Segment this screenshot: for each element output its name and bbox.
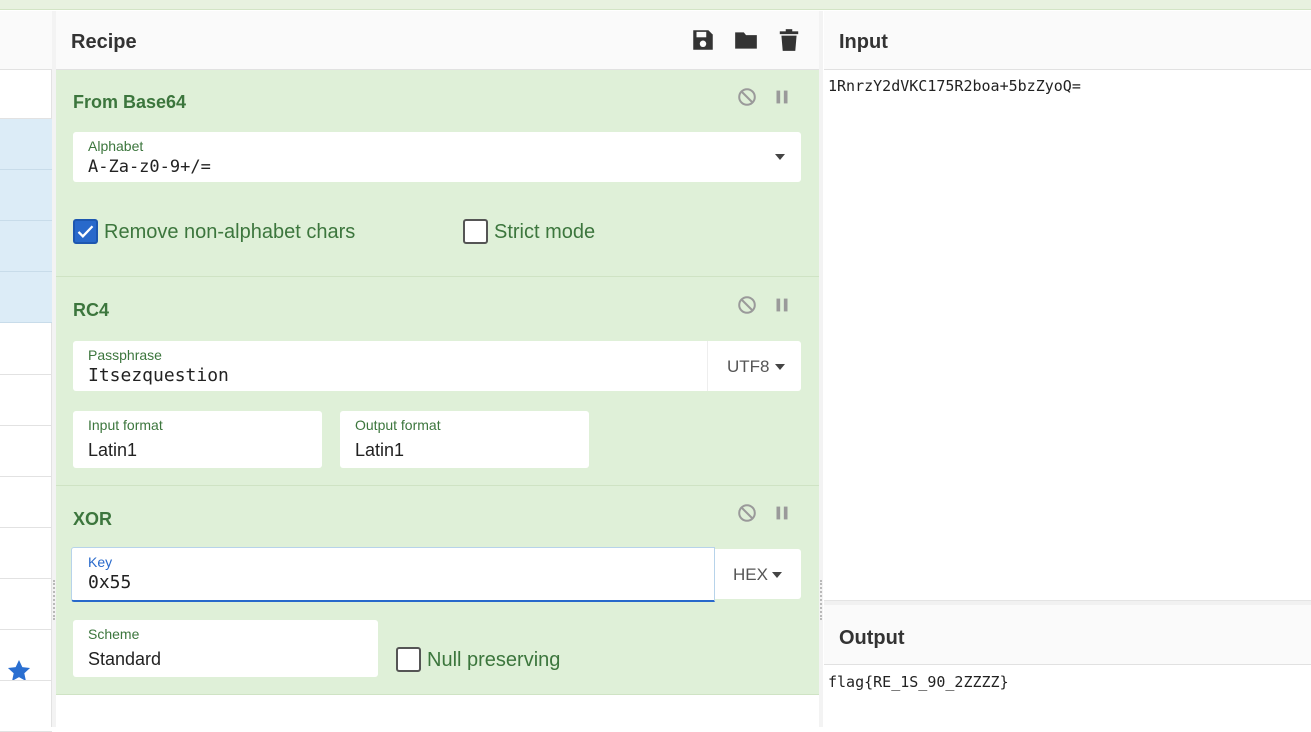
resize-grip[interactable]	[53, 580, 55, 620]
alphabet-select[interactable]: Alphabet A-Za-z0-9+/=	[73, 132, 801, 182]
remove-non-alphabet-checkbox[interactable]	[73, 219, 98, 244]
recipe-panel: Recipe From Base64 Alphabet A-Za-z0-9+/=	[56, 11, 819, 727]
strict-mode-checkbox[interactable]	[463, 219, 488, 244]
top-bar	[0, 0, 1311, 10]
key-label: Key	[88, 554, 113, 570]
key-encoding-dropdown[interactable]: HEX	[715, 549, 801, 599]
input-header: Input	[824, 11, 1311, 70]
output-format-select[interactable]: Output format Latin1	[340, 411, 589, 468]
chevron-down-icon	[775, 154, 785, 160]
favourites-category[interactable]	[0, 323, 52, 681]
scheme-label: Scheme	[88, 626, 140, 642]
passphrase-value: Itsezquestion	[88, 365, 229, 386]
output-panel: Output flag{RE_1S_90_2ZZZZ}	[824, 605, 1311, 727]
operation-title: From Base64	[73, 92, 187, 112]
chevron-down-icon	[775, 364, 785, 370]
output-format-value: Latin1	[355, 440, 405, 460]
list-item[interactable]	[0, 119, 52, 170]
pause-icon[interactable]	[771, 294, 793, 316]
key-input[interactable]: Key 0x55	[71, 547, 715, 602]
alphabet-value: A-Za-z0-9+/=	[88, 157, 211, 177]
operations-list	[0, 11, 52, 732]
pause-icon[interactable]	[771, 502, 793, 524]
list-item[interactable]	[0, 170, 52, 221]
category-item[interactable]	[0, 630, 52, 681]
category-item[interactable]	[0, 426, 52, 477]
category-item[interactable]	[0, 528, 52, 579]
null-preserving-label: Null preserving	[427, 649, 561, 671]
trash-icon[interactable]	[776, 27, 802, 53]
key-encoding-value: HEX	[733, 565, 768, 584]
checkmark-icon	[77, 225, 94, 238]
input-panel: Input 1RnrzY2dVKC175R2boa+5bzZyoQ=	[824, 11, 1311, 600]
operation-rc4: RC4 Passphrase Itsezquestion UTF8 Input …	[56, 277, 819, 486]
list-item[interactable]	[0, 272, 52, 323]
disable-icon[interactable]	[736, 502, 758, 524]
chevron-down-icon	[772, 572, 782, 578]
pause-icon[interactable]	[771, 86, 793, 108]
alphabet-label: Alphabet	[88, 138, 144, 154]
passphrase-encoding-value: UTF8	[727, 357, 770, 376]
recipe-header: Recipe	[56, 11, 819, 70]
category-item[interactable]	[0, 477, 52, 528]
input-title: Input	[839, 31, 888, 53]
category-item[interactable]	[0, 375, 52, 426]
operations-search[interactable]	[0, 70, 52, 119]
operation-from-base64: From Base64 Alphabet A-Za-z0-9+/= Remove…	[56, 70, 819, 277]
remove-non-alphabet-label: Remove non-alphabet chars	[104, 221, 356, 243]
operation-title: XOR	[73, 509, 113, 529]
passphrase-encoding-dropdown[interactable]: UTF8	[707, 341, 801, 391]
category-item[interactable]	[0, 579, 52, 630]
scheme-value: Standard	[88, 649, 162, 669]
output-header: Output	[824, 605, 1311, 665]
list-item[interactable]	[0, 221, 52, 272]
input-format-select[interactable]: Input format Latin1	[73, 411, 322, 468]
scheme-select[interactable]: Scheme Standard	[73, 620, 378, 677]
resize-grip[interactable]	[820, 580, 822, 620]
output-title: Output	[839, 627, 905, 649]
output-text[interactable]: flag{RE_1S_90_2ZZZZ}	[828, 673, 1009, 691]
operations-header	[0, 11, 52, 70]
operation-xor: XOR Key 0x55 HEX Scheme Standard Null pr…	[56, 486, 819, 695]
output-format-label: Output format	[355, 417, 441, 433]
key-value: 0x55	[88, 572, 132, 593]
input-format-label: Input format	[88, 417, 163, 433]
disable-icon[interactable]	[736, 86, 758, 108]
save-icon[interactable]	[690, 27, 716, 53]
operation-title: RC4	[73, 300, 110, 320]
null-preserving-checkbox[interactable]	[396, 647, 421, 672]
category-item[interactable]	[0, 681, 52, 732]
folder-icon[interactable]	[733, 27, 759, 53]
strict-mode-label: Strict mode	[494, 221, 596, 243]
passphrase-label: Passphrase	[88, 347, 162, 363]
passphrase-input[interactable]: Passphrase Itsezquestion	[73, 341, 707, 391]
disable-icon[interactable]	[736, 294, 758, 316]
input-textarea[interactable]: 1RnrzY2dVKC175R2boa+5bzZyoQ=	[828, 77, 1081, 95]
input-format-value: Latin1	[88, 440, 138, 460]
recipe-title: Recipe	[71, 31, 137, 53]
